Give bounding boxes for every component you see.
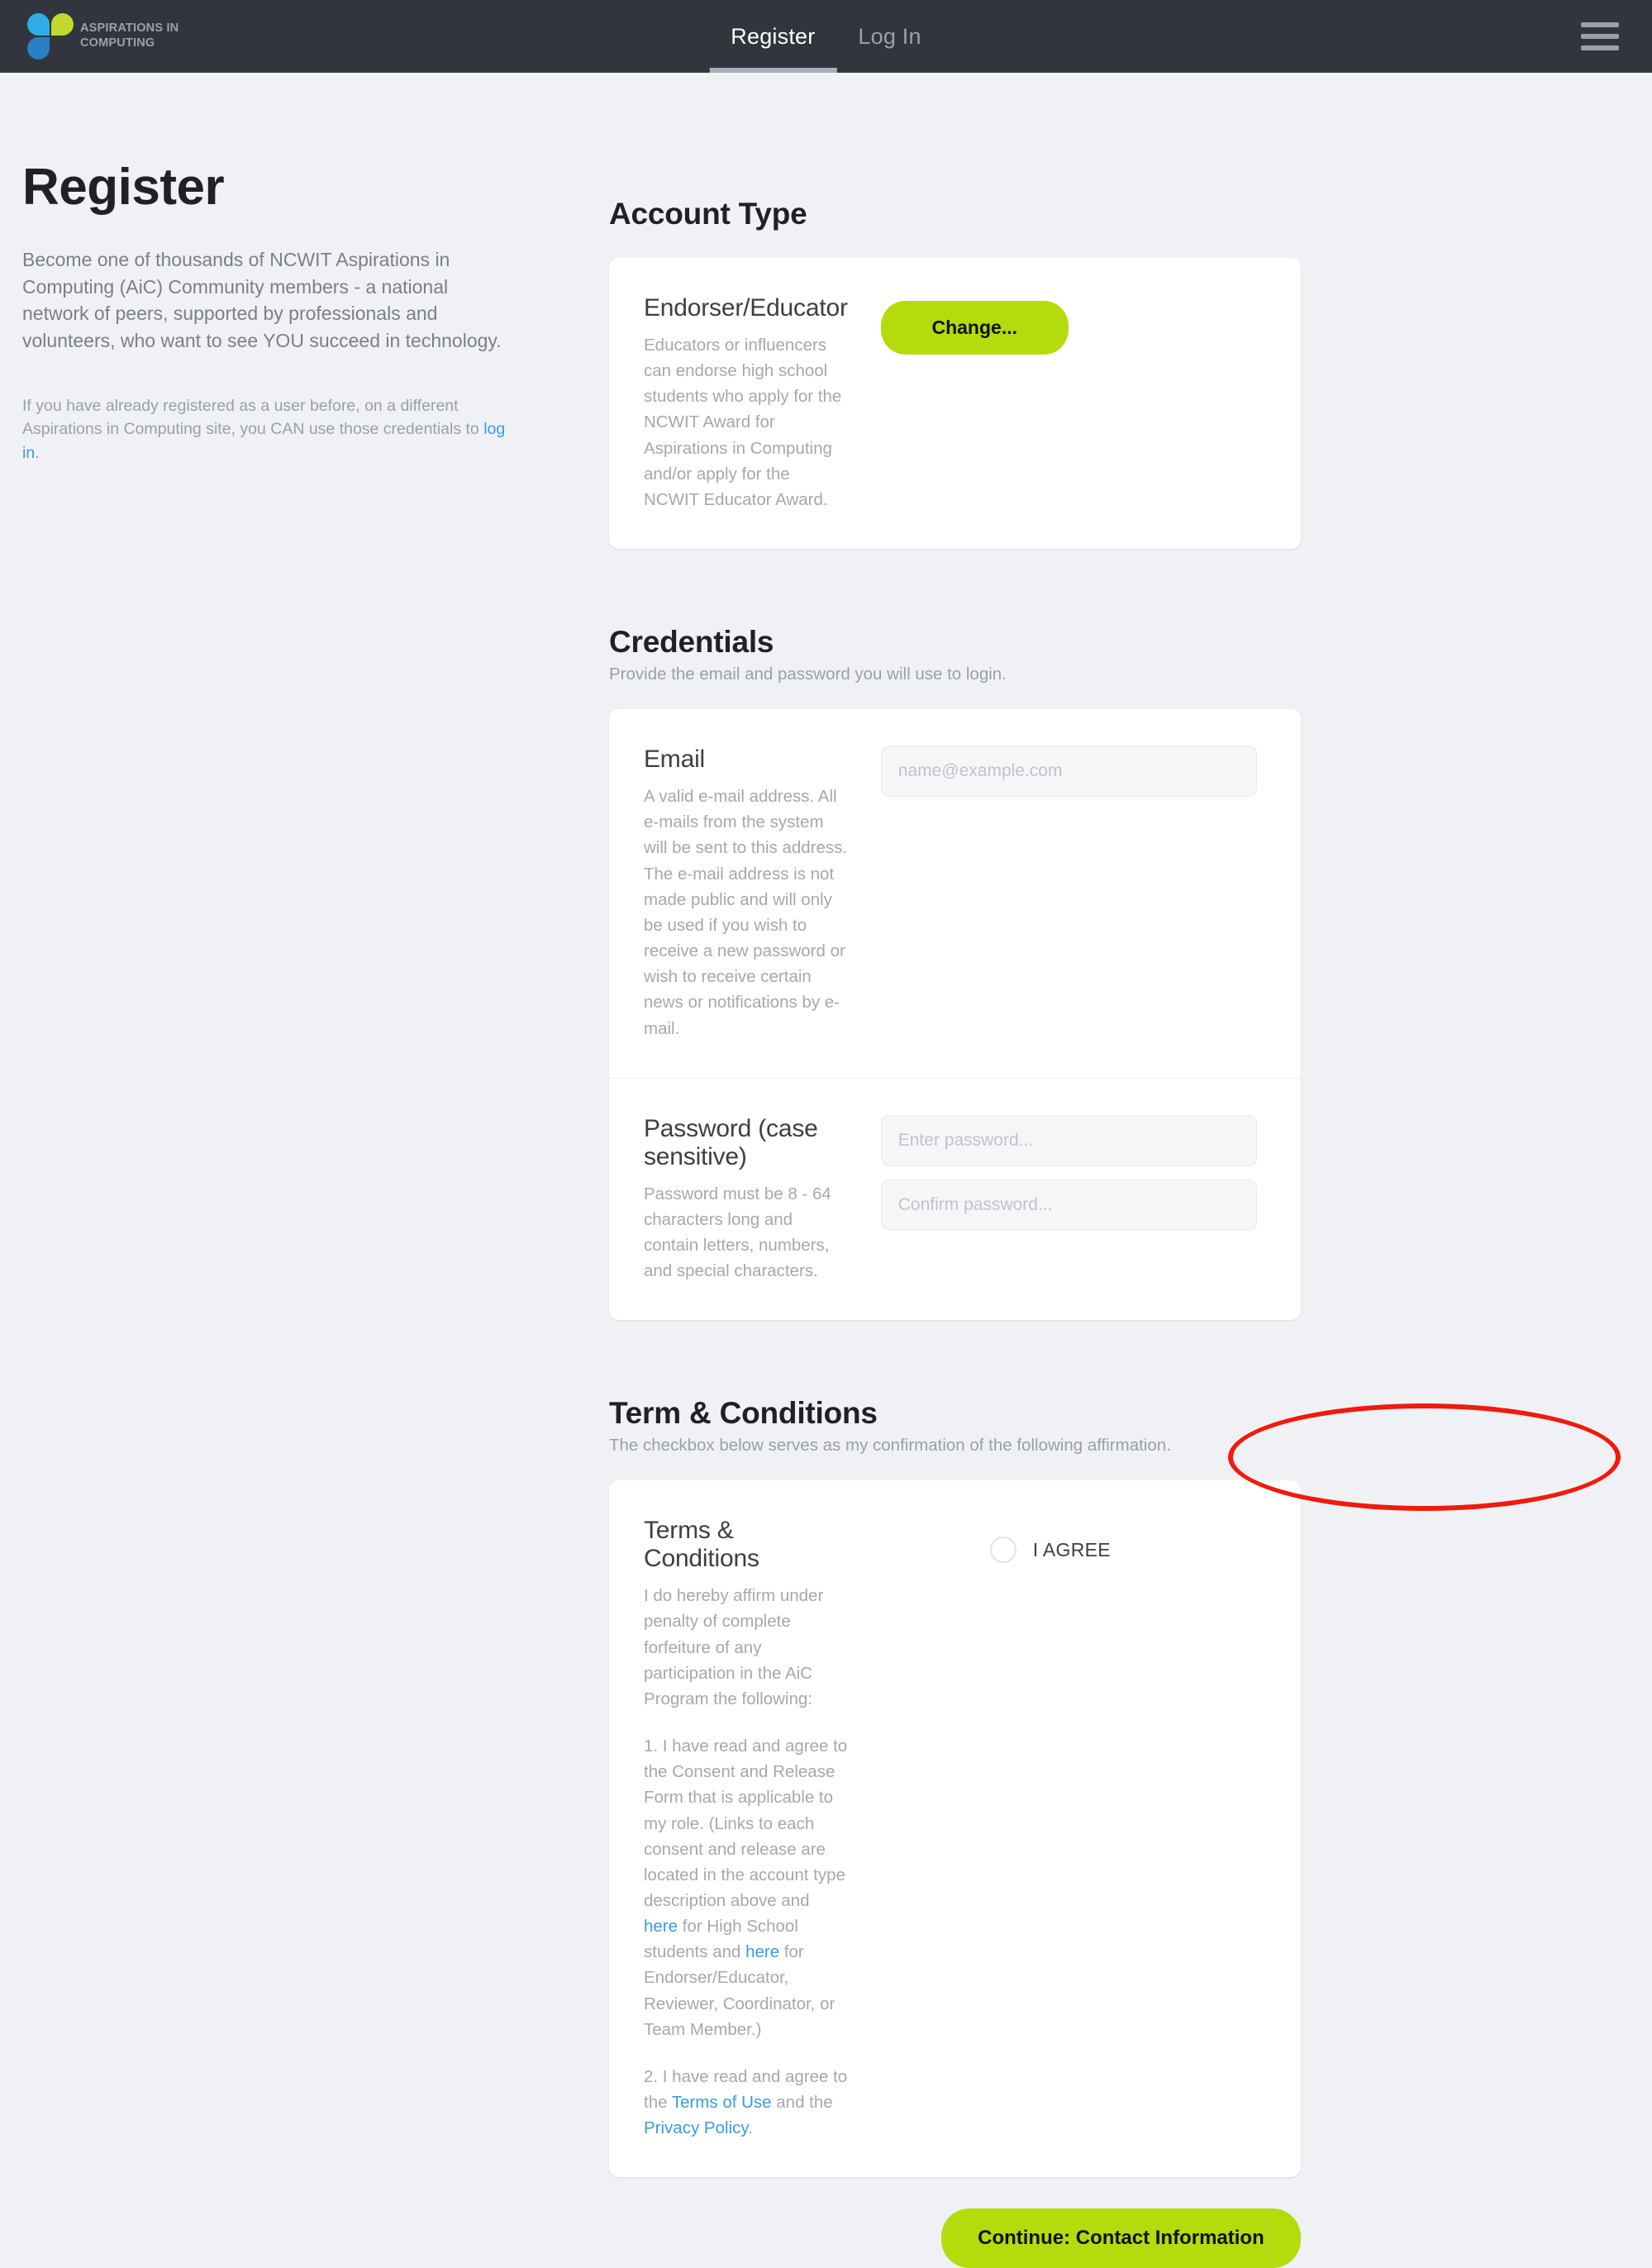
agree-control[interactable]: I AGREE [989,1537,1111,1564]
password-info: Password (case sensitive) Password must … [644,1115,881,1284]
terms-item-2: 2. I have read and agree to the Terms of… [644,2064,848,2141]
terms-item-1: 1. I have read and agree to the Consent … [644,1733,848,2042]
terms-heading: Term & Conditions [609,1396,878,1431]
tab-log-in[interactable]: Log In [836,0,942,73]
continue-bar: Continue: Contact Information [609,2208,1301,2268]
account-type-heading: Account Type [609,197,807,231]
agree-radio-button[interactable] [989,1537,1016,1564]
intro-column: Register Become one of thousands of NCWI… [0,73,545,2268]
email-label: Email [644,746,706,774]
terms-here-link-1[interactable]: here [644,1917,678,1936]
terms-row: Terms & Conditions I do hereby affirm un… [609,1480,1301,2177]
terms-subheading: The checkbox below serves as my confirma… [609,1436,1171,1456]
privacy-policy-link[interactable]: Privacy Policy [644,2118,748,2137]
credentials-heading: Credentials [609,625,774,660]
terms-here-link-2[interactable]: here [745,1942,779,1961]
nav-links: Register Log In [709,0,942,73]
intro-note-text-before: If you have already registered as a user… [22,396,484,439]
agree-label: I AGREE [1032,1538,1111,1560]
hamburger-icon[interactable] [1581,22,1619,50]
account-type-description: Educators or influencers can endorse hig… [644,336,842,509]
account-type-actions: Change... [880,294,1261,360]
terms-item-1-part-1: 1. I have read and agree to the Consent … [644,1737,848,1910]
aspirations-logo-icon [27,13,74,60]
account-type-card: Endorser/Educator Educators or influence… [609,258,1301,550]
terms-item-2-part-2: and the [771,2093,833,2113]
account-type-section: Account Type Endorser/Educator Educators… [609,197,1301,550]
password-label: Password (case sensitive) [644,1114,818,1170]
terms-card: Terms & Conditions I do hereby affirm un… [609,1480,1301,2178]
terms-info: Terms & Conditions I do hereby affirm un… [644,1517,881,2141]
change-account-type-button[interactable]: Change... [880,300,1069,355]
password-description: Password must be 8 - 64 characters long … [644,1184,831,1281]
email-input-wrap [880,746,1261,798]
intro-lead-text: Become one of thousands of NCWIT Aspirat… [22,249,502,351]
password-input-wrap [880,1114,1261,1231]
account-type-name: Endorser/Educator [644,294,848,322]
confirm-password-input[interactable] [880,1179,1257,1231]
terms-section: Term & Conditions The checkbox below ser… [609,1396,1301,2268]
terms-card-title: Terms & Conditions [644,1517,759,1573]
credentials-card: Email A valid e-mail address. All e-mail… [609,709,1301,1321]
page-body: Register Become one of thousands of NCWI… [0,73,1652,2268]
agree-wrap-outer: I AGREE [881,1517,1261,1583]
intro-note-text-after: . [35,444,40,463]
terms-item-2-part-3: . [748,2118,753,2138]
brand-logo[interactable]: ASPIRATIONS IN COMPUTING [27,13,179,60]
password-row: Password (case sensitive) Password must … [609,1077,1301,1321]
top-navigation-bar: ASPIRATIONS IN COMPUTING Register Log In [0,0,1652,73]
credentials-subheading: Provide the email and password you will … [609,665,1007,684]
brand-name: ASPIRATIONS IN COMPUTING [80,21,179,50]
continue-button[interactable]: Continue: Contact Information [941,2208,1301,2268]
account-type-info: Endorser/Educator Educators or influence… [644,294,881,512]
intro-note: If you have already registered as a user… [22,394,518,466]
password-input[interactable] [880,1114,1257,1166]
email-input[interactable] [880,746,1257,798]
tab-register[interactable]: Register [709,0,837,73]
page-title: Register [22,159,225,216]
terms-of-use-link[interactable]: Terms of Use [672,2093,772,2112]
email-row: Email A valid e-mail address. All e-mail… [609,709,1301,1078]
email-description: A valid e-mail address. All e-mails from… [644,787,848,1038]
credentials-section: Credentials Provide the email and passwo… [609,625,1301,1321]
form-column: Account Type Endorser/Educator Educators… [545,73,1652,2268]
account-type-row: Endorser/Educator Educators or influence… [609,258,1301,549]
terms-affirmation: I do hereby affirm under penalty of comp… [644,1586,824,1708]
email-info: Email A valid e-mail address. All e-mail… [644,746,881,1041]
